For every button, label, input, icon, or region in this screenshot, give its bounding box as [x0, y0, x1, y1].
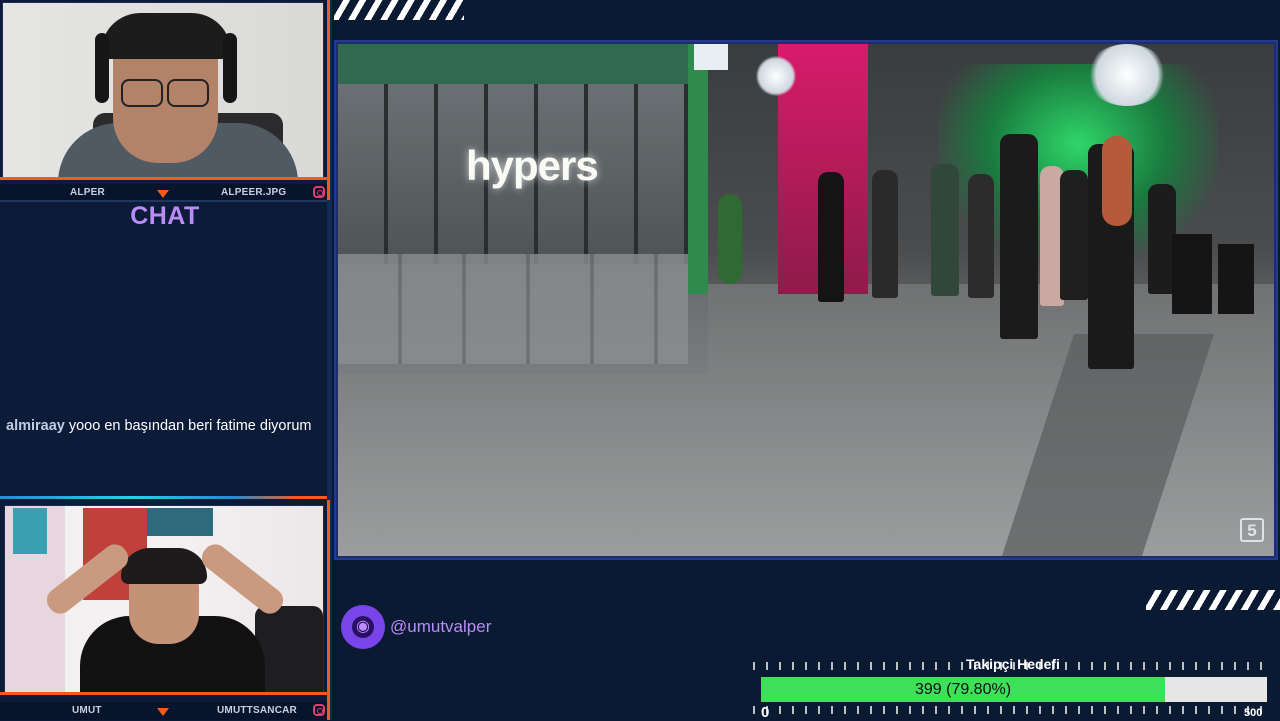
instagram-icon[interactable]: [313, 186, 325, 198]
chair-silhouette: [255, 606, 323, 692]
namebar-bottom: UMUT UMUTTSANCAR: [0, 702, 330, 720]
follower-goal-max: 500: [1244, 707, 1263, 719]
green-ceiling-strip: [338, 44, 708, 84]
globe-icon[interactable]: ◉: [341, 605, 385, 649]
chat-title: CHAT: [130, 202, 200, 230]
headphone-right: [223, 33, 237, 103]
glasses-right: [167, 79, 209, 107]
speaker: [1172, 234, 1212, 314]
triangle-icon: [157, 190, 169, 198]
metal-panels: [338, 254, 688, 364]
neon-sign: hypers: [466, 142, 599, 189]
spotlight: [694, 44, 728, 70]
arm-right: [197, 539, 288, 619]
plant: [718, 194, 742, 284]
poster-banner: [147, 508, 213, 536]
hair: [1102, 136, 1132, 226]
chat-message: almiraay yooo en başından beri fatime diy…: [6, 418, 316, 435]
main-video[interactable]: hypers 5: [338, 44, 1274, 556]
glasses-left: [121, 79, 163, 107]
dancer: [872, 170, 898, 298]
webcam-bottom-underline: [0, 692, 330, 695]
chandelier: [1086, 44, 1168, 106]
triangle-icon: [157, 708, 169, 716]
chat-bottom-accent: [0, 496, 330, 499]
dancer: [818, 172, 844, 302]
speaker: [1218, 244, 1254, 314]
follower-goal-min: 0: [761, 704, 770, 721]
globe-icon-inner: ◉: [352, 616, 374, 638]
hatch-decoration-top: [334, 0, 464, 20]
hair: [121, 548, 207, 584]
instagram-icon[interactable]: [313, 704, 325, 716]
poster-small: [13, 508, 47, 554]
dancer: [931, 164, 959, 296]
follower-goal-title: Takipçi Hedefi: [966, 656, 1060, 672]
chat-message-text: yooo en başından beri fatime diyorum: [68, 418, 312, 434]
streamer-name: ALPER: [70, 187, 105, 198]
webcam-top: [2, 2, 324, 179]
hatch-decoration-right: [1146, 590, 1280, 610]
hair: [101, 13, 231, 59]
goal-arrow-row-bottom: [742, 706, 1264, 714]
left-panel-accent: [327, 0, 330, 720]
follower-goal-bar: 399 (79.80%): [761, 677, 1267, 702]
left-panel-border: [330, 0, 332, 720]
dancer: [968, 174, 994, 298]
webcam-top-underline: [0, 177, 330, 180]
green-pillar: [688, 44, 708, 294]
streamer-name: UMUT: [72, 705, 102, 716]
follower-goal-label: 399 (79.80%): [914, 681, 1012, 698]
headphone-left: [95, 33, 109, 103]
webcam-bottom: [4, 505, 324, 693]
ceiling-light: [756, 56, 796, 96]
channel-logo: 5: [1240, 518, 1264, 542]
streamer-social: UMUTTSANCAR: [217, 705, 297, 716]
studio-wall: [338, 44, 708, 374]
streamer-social: ALPEER.JPG: [221, 187, 287, 198]
social-handle[interactable]: @umutvalper: [390, 617, 491, 637]
chat-username[interactable]: almiraay: [6, 418, 65, 434]
dancer: [1000, 134, 1038, 339]
dancer: [1060, 170, 1088, 300]
